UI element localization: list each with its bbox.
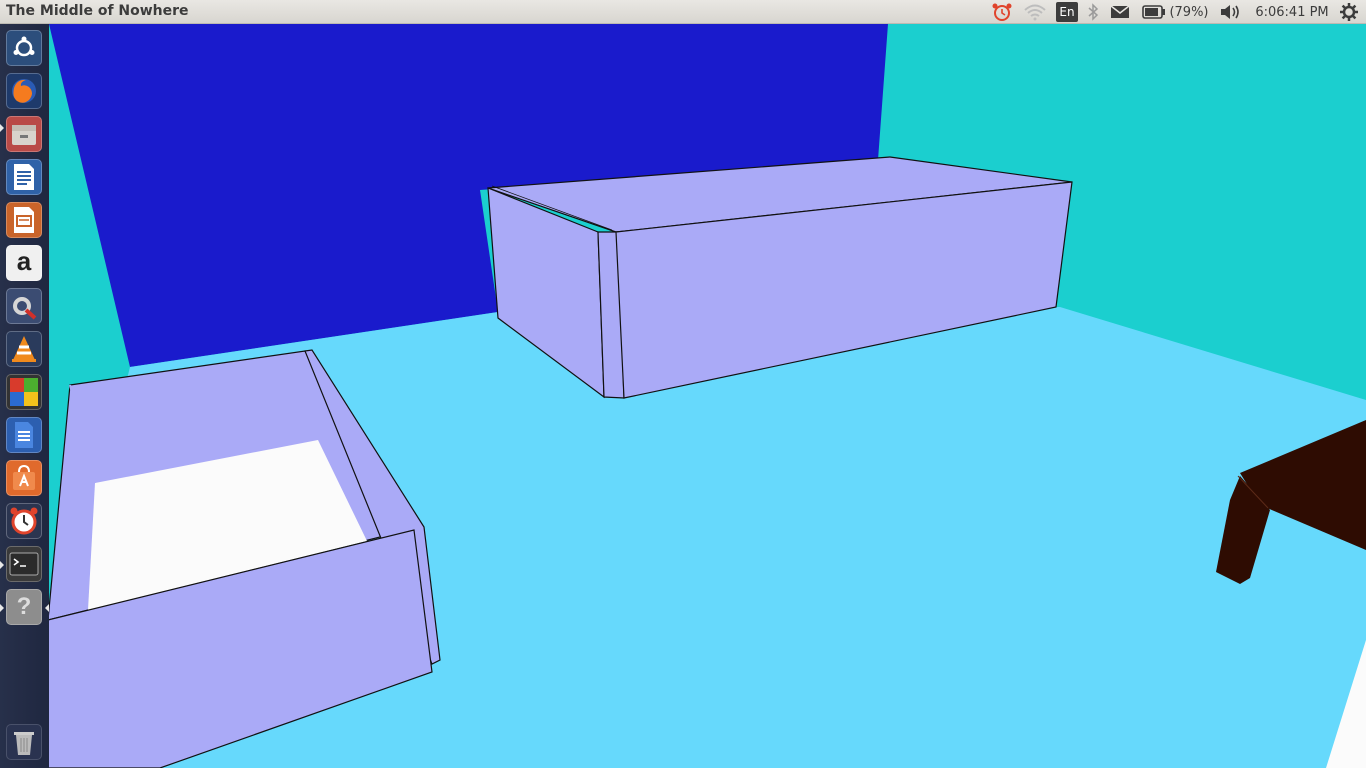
- battery-percent: (79%): [1169, 4, 1209, 20]
- launcher-unknown-app-icon[interactable]: ?: [6, 589, 42, 625]
- 3d-viewport[interactable]: [49, 24, 1366, 768]
- launcher-ubuntu-dash-icon[interactable]: [6, 30, 42, 66]
- launcher-vlc-icon[interactable]: [6, 331, 42, 367]
- window-title: The Middle of Nowhere: [6, 3, 189, 19]
- launcher-files-icon[interactable]: [6, 116, 42, 152]
- bluetooth-icon[interactable]: [1084, 2, 1102, 22]
- alarm-clock-icon[interactable]: [990, 2, 1014, 22]
- clock[interactable]: 6:06:41 PM: [1254, 2, 1330, 22]
- launcher-libreoffice-impress-icon[interactable]: [6, 202, 42, 238]
- mail-icon[interactable]: [1108, 2, 1132, 22]
- scene: [49, 24, 1366, 768]
- launcher-amazon-icon[interactable]: a: [6, 245, 42, 281]
- wifi-icon[interactable]: [1022, 2, 1048, 22]
- launcher-system-settings-icon[interactable]: [6, 288, 42, 324]
- launcher-multi-app-icon[interactable]: [6, 374, 42, 410]
- volume-icon[interactable]: [1218, 2, 1244, 22]
- launcher-terminal-icon[interactable]: [6, 546, 42, 582]
- launcher: a ?: [0, 24, 49, 768]
- launcher-alarm-clock-icon[interactable]: [6, 503, 42, 539]
- launcher-libreoffice-writer-icon[interactable]: [6, 159, 42, 195]
- launcher-document-viewer-icon[interactable]: [6, 417, 42, 453]
- launcher-trash-icon[interactable]: [6, 724, 42, 760]
- launcher-software-center-icon[interactable]: [6, 460, 42, 496]
- keyboard-layout-indicator[interactable]: En: [1056, 2, 1078, 22]
- battery-icon[interactable]: [1141, 2, 1167, 22]
- launcher-firefox-icon[interactable]: [6, 73, 42, 109]
- top-panel: The Middle of Nowhere En (79%) 6:06:41 P…: [0, 0, 1366, 24]
- session-gear-icon[interactable]: [1338, 2, 1360, 22]
